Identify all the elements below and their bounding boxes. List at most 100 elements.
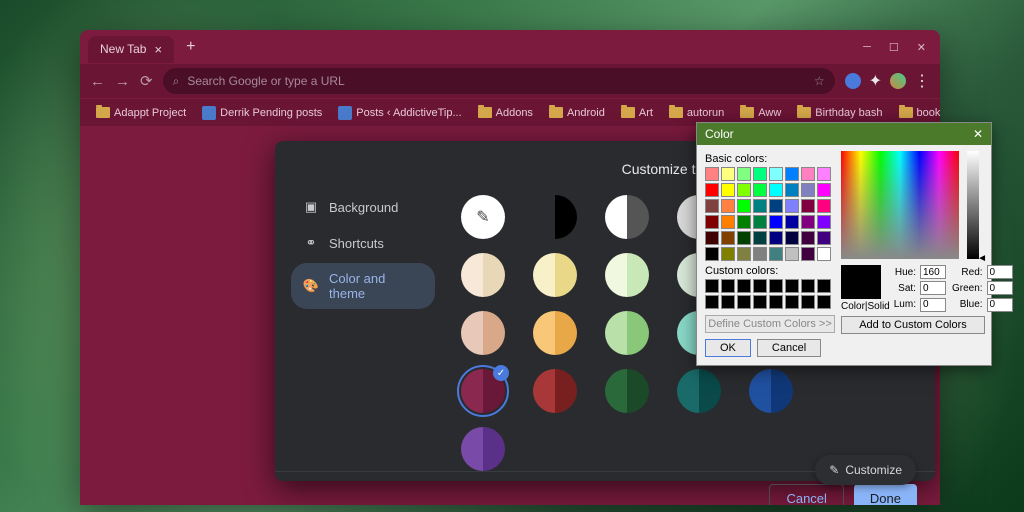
color-gradient-area[interactable]: ◄ [841, 151, 959, 259]
hue-input[interactable] [920, 265, 946, 279]
basic-color-swatch[interactable] [721, 215, 735, 229]
menu-dots-icon[interactable]: ⋮ [914, 71, 930, 91]
basic-color-swatch[interactable] [785, 231, 799, 245]
bookmark-item[interactable]: Birthday bash [791, 105, 888, 121]
basic-color-swatch[interactable] [753, 167, 767, 181]
bookmark-item[interactable]: Art [615, 105, 659, 121]
basic-color-swatch[interactable] [801, 167, 815, 181]
basic-color-swatch[interactable] [737, 231, 751, 245]
bookmark-item[interactable]: autorun [663, 105, 730, 121]
basic-color-swatch[interactable] [753, 247, 767, 261]
color-swatch[interactable] [461, 311, 505, 355]
basic-color-swatch[interactable] [769, 199, 783, 213]
bookmark-item[interactable]: Android [543, 105, 611, 121]
customize-chip[interactable]: ✎ Customize [815, 455, 916, 485]
sidebar-item-color-theme[interactable]: 🎨 Color and theme [291, 263, 435, 309]
new-tab-button[interactable]: + [186, 38, 195, 56]
basic-color-swatch[interactable] [737, 215, 751, 229]
basic-color-swatch[interactable] [721, 247, 735, 261]
red-input[interactable] [987, 265, 1013, 279]
add-to-custom-colors-button[interactable]: Add to Custom Colors [841, 316, 985, 334]
basic-color-swatch[interactable] [817, 167, 831, 181]
basic-color-swatch[interactable] [721, 199, 735, 213]
custom-color-slot[interactable] [785, 279, 799, 293]
color-swatch[interactable]: ✎ [461, 195, 505, 239]
cancel-button[interactable]: Cancel [769, 484, 843, 505]
custom-color-slot[interactable] [705, 295, 719, 309]
basic-color-swatch[interactable] [817, 199, 831, 213]
basic-color-swatch[interactable] [801, 199, 815, 213]
sidebar-item-shortcuts[interactable]: ⚭ Shortcuts [291, 227, 435, 259]
profile-avatar-icon[interactable] [890, 73, 906, 89]
basic-color-swatch[interactable] [801, 247, 815, 261]
bookmark-star-icon[interactable]: ☆ [814, 74, 825, 88]
custom-color-slot[interactable] [769, 295, 783, 309]
url-bar[interactable]: ⌕ Search Google or type a URL ☆ [163, 68, 835, 94]
custom-color-slot[interactable] [801, 295, 815, 309]
basic-color-swatch[interactable] [817, 215, 831, 229]
basic-color-swatch[interactable] [705, 247, 719, 261]
basic-color-swatch[interactable] [785, 199, 799, 213]
custom-color-slot[interactable] [721, 279, 735, 293]
basic-color-swatch[interactable] [737, 199, 751, 213]
basic-color-swatch[interactable] [753, 215, 767, 229]
basic-color-swatch[interactable] [769, 183, 783, 197]
custom-color-slot[interactable] [753, 295, 767, 309]
browser-tab[interactable]: New Tab × [88, 36, 174, 63]
basic-color-swatch[interactable] [801, 215, 815, 229]
color-swatch[interactable] [605, 195, 649, 239]
back-icon[interactable]: ← [90, 73, 105, 90]
basic-color-swatch[interactable] [737, 183, 751, 197]
basic-color-swatch[interactable] [817, 183, 831, 197]
extension-icon[interactable] [845, 73, 861, 89]
reload-icon[interactable]: ⟳ [140, 72, 153, 90]
basic-color-swatch[interactable] [769, 247, 783, 261]
basic-color-swatch[interactable] [817, 247, 831, 261]
define-custom-colors-button[interactable]: Define Custom Colors >> [705, 315, 835, 333]
color-swatch[interactable] [461, 427, 505, 471]
basic-color-swatch[interactable] [785, 183, 799, 197]
color-swatch[interactable] [533, 369, 577, 413]
bookmark-item[interactable]: Posts ‹ AddictiveTip... [332, 104, 467, 122]
color-swatch[interactable] [533, 253, 577, 297]
custom-color-slot[interactable] [801, 279, 815, 293]
basic-color-swatch[interactable] [817, 231, 831, 245]
basic-color-swatch[interactable] [753, 231, 767, 245]
basic-color-swatch[interactable] [801, 183, 815, 197]
blue-input[interactable] [987, 298, 1013, 312]
forward-icon[interactable]: → [115, 73, 130, 90]
color-swatch[interactable] [461, 253, 505, 297]
cancel-button[interactable]: Cancel [757, 339, 821, 357]
bookmark-item[interactable]: Addons [472, 105, 539, 121]
basic-color-swatch[interactable] [785, 215, 799, 229]
sidebar-item-background[interactable]: ▣ Background [291, 191, 435, 223]
basic-color-swatch[interactable] [769, 167, 783, 181]
color-swatch[interactable] [533, 311, 577, 355]
basic-color-swatch[interactable] [801, 231, 815, 245]
basic-color-swatch[interactable] [705, 199, 719, 213]
basic-color-swatch[interactable] [769, 215, 783, 229]
bookmark-item[interactable]: Aww [734, 105, 787, 121]
basic-color-swatch[interactable] [721, 183, 735, 197]
basic-color-swatch[interactable] [705, 183, 719, 197]
bookmark-item[interactable]: books [893, 105, 940, 121]
maximize-icon[interactable]: ☐ [889, 41, 899, 54]
close-tab-icon[interactable]: × [154, 42, 162, 57]
custom-color-slot[interactable] [817, 279, 831, 293]
basic-color-swatch[interactable] [705, 231, 719, 245]
basic-color-swatch[interactable] [705, 215, 719, 229]
basic-color-swatch[interactable] [785, 247, 799, 261]
color-swatch[interactable] [677, 369, 721, 413]
color-swatch[interactable] [533, 195, 577, 239]
color-swatch[interactable] [749, 369, 793, 413]
bookmark-item[interactable]: Derrik Pending posts [196, 104, 328, 122]
custom-color-slot[interactable] [769, 279, 783, 293]
basic-color-swatch[interactable] [737, 247, 751, 261]
basic-color-swatch[interactable] [753, 199, 767, 213]
close-window-icon[interactable]: ✕ [917, 41, 926, 54]
luminance-bar[interactable] [967, 151, 979, 259]
custom-color-slot[interactable] [705, 279, 719, 293]
done-button[interactable]: Done [854, 484, 917, 505]
color-swatch[interactable] [605, 311, 649, 355]
close-icon[interactable]: ✕ [973, 127, 983, 141]
